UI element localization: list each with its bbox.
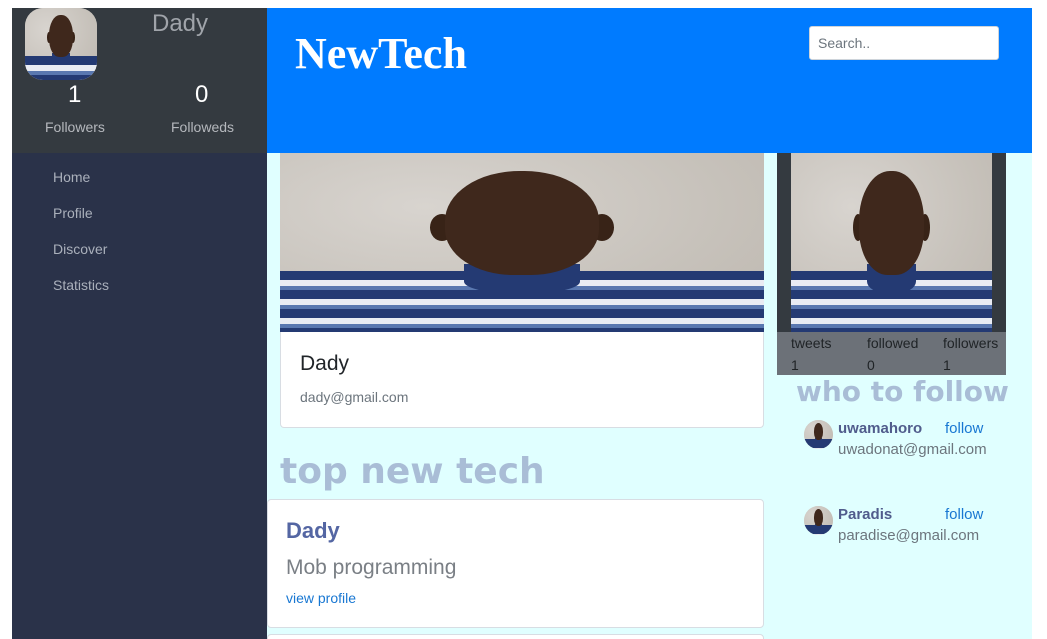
app-root: Dady 1 Followers 0 Followeds Home Profil… <box>0 0 1047 639</box>
profile-card: Dady dady@gmail.com <box>280 332 764 428</box>
brand-title: NewTech <box>295 29 467 78</box>
follow-user-email: uwadonat@gmail.com <box>838 441 987 458</box>
tweets-label: tweets <box>791 335 832 351</box>
follow-avatar <box>804 506 833 535</box>
followeds-label: Followeds <box>171 119 235 135</box>
profile-name: Dady <box>300 352 350 375</box>
follow-suggestion: uwamahoro follow uwadonat@gmail.com <box>804 420 1014 460</box>
view-profile-link[interactable]: view profile <box>286 590 356 606</box>
follow-user-name: uwamahoro <box>838 420 923 437</box>
sidebar-nav <box>12 153 267 639</box>
followers-label: Followers <box>45 119 105 135</box>
sidebar-item-profile[interactable]: Profile <box>53 205 93 221</box>
sidebar-item-discover[interactable]: Discover <box>53 241 107 257</box>
profile-email: dady@gmail.com <box>300 389 409 405</box>
tweet-card: Dady Mob programming view profile <box>267 499 764 628</box>
followed-count: 0 <box>867 357 875 373</box>
tweet-card-next <box>267 634 764 639</box>
sidebar-item-home[interactable]: Home <box>53 169 90 185</box>
tweet-text: Mob programming <box>286 556 457 579</box>
follow-button[interactable]: follow <box>945 420 983 437</box>
followed-label: followed <box>867 335 919 351</box>
followers-label-right: followers <box>943 335 999 351</box>
profile-cover-photo <box>280 153 764 332</box>
user-avatar <box>25 8 97 80</box>
follow-suggestion: Paradis follow paradise@gmail.com <box>804 506 1014 546</box>
tweet-author: Dady <box>286 518 340 543</box>
search-input[interactable] <box>809 26 999 60</box>
who-to-follow-title: who to follow <box>796 375 1009 408</box>
followers-count: 1 <box>68 81 82 108</box>
sidebar-user-name: Dady <box>152 10 209 37</box>
tweets-count: 1 <box>791 357 799 373</box>
follow-user-name: Paradis <box>838 506 893 523</box>
followeds-count: 0 <box>195 81 209 108</box>
right-profile-photo <box>791 153 992 332</box>
follow-user-email: paradise@gmail.com <box>838 527 980 544</box>
top-header: NewTech <box>267 8 1032 153</box>
follow-button[interactable]: follow <box>945 506 983 523</box>
follow-avatar <box>804 420 833 449</box>
followers-count-right: 1 <box>943 357 951 373</box>
sidebar-item-statistics[interactable]: Statistics <box>53 277 109 293</box>
feed-title: top new tech <box>280 451 545 492</box>
